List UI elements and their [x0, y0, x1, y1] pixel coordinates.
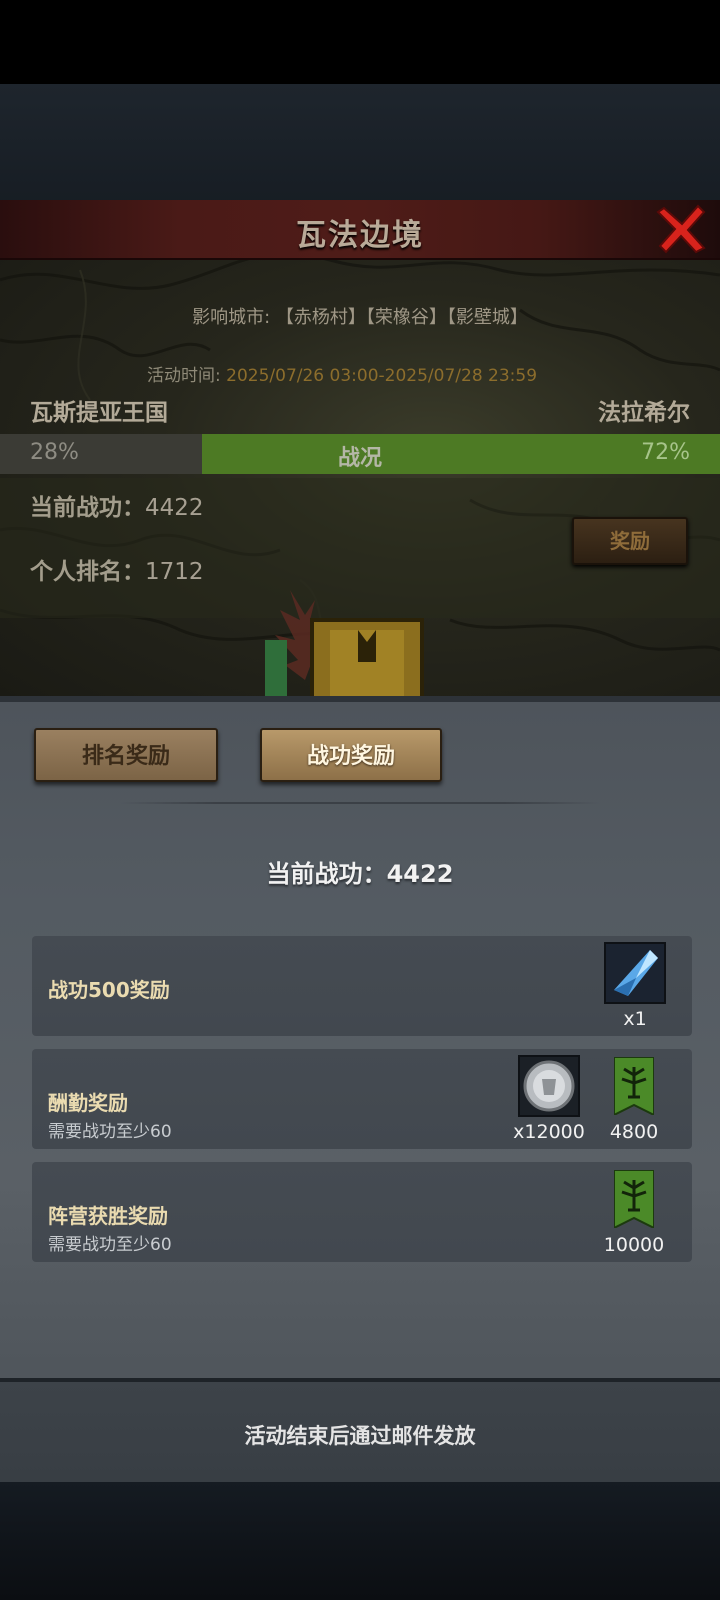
cities-value: 【赤杨村】【荣橡谷】【影壁城】 [275, 307, 528, 328]
reward-row-merit-500: 战功500奖励 x1 [32, 936, 692, 1036]
reward-row-requirement: 需要战功至少60 [48, 1235, 172, 1255]
item-count: x1 [623, 1008, 647, 1030]
tab-rank-rewards[interactable]: 排名奖励 [34, 728, 218, 782]
war-status-label: 战况 [337, 446, 382, 471]
item-count: 4800 [609, 1121, 659, 1143]
item-count: 10000 [603, 1234, 665, 1256]
event-time: 活动时间: 2025/07/26 03:00-2025/07/28 23:59 [147, 361, 537, 386]
close-icon[interactable] [654, 200, 710, 256]
cities-label: 影响城市: [192, 307, 271, 328]
event-panel: 瓦法边境 影响城市: 【赤杨村】【荣橡谷】【影壁城】 活动时间: 2025/07… [0, 200, 720, 700]
blue-crystal-icon[interactable] [604, 942, 666, 1004]
time-label: 活动时间: [147, 366, 221, 386]
silver-coin-icon[interactable] [518, 1055, 580, 1117]
mail-delivery-note: 活动结束后通过邮件发放 [244, 1424, 476, 1448]
war-pct-right: 72% [641, 440, 690, 465]
title-band: 瓦法边境 [0, 200, 720, 260]
navigation-bar [0, 1482, 720, 1600]
reward-row-title: 酬勤奖励 [48, 1091, 128, 1115]
tab-merit-rewards[interactable]: 战功奖励 [260, 728, 442, 782]
current-merit-heading: 当前战功：4422 [266, 860, 454, 888]
green-tree-banner-icon[interactable] [614, 1170, 654, 1228]
rank-label: 个人排名： [30, 559, 145, 585]
war-status-bar: 28% 战况 72% [0, 434, 720, 474]
merit-value: 4422 [145, 495, 204, 521]
reward-row-title: 阵营获胜奖励 [48, 1204, 168, 1228]
time-value: 2025/07/26 03:00-2025/07/28 23:59 [226, 366, 538, 386]
divider [120, 802, 600, 804]
personal-rank-stat: 个人排名：1712 [30, 552, 204, 586]
green-tree-banner-icon[interactable] [614, 1057, 654, 1115]
faction-left-name: 瓦斯提亚王国 [30, 400, 168, 426]
status-bar [0, 0, 720, 84]
merit-label: 当前战功： [30, 495, 145, 521]
reward-button[interactable]: 奖励 [572, 517, 688, 565]
reward-row-diligence: 酬勤奖励 需要战功至少60 x12000 4800 [32, 1049, 692, 1149]
reward-row-faction-victory: 阵营获胜奖励 需要战功至少60 10000 [32, 1162, 692, 1262]
faction-right-name: 法拉希尔 [598, 400, 690, 426]
rewards-footer: 活动结束后通过邮件发放 [0, 1378, 720, 1482]
rank-value: 1712 [145, 559, 204, 585]
faction-emblem-icon [265, 590, 424, 700]
reward-row-title: 战功500奖励 [48, 978, 170, 1002]
reward-row-requirement: 需要战功至少60 [48, 1122, 172, 1142]
affected-cities: 影响城市: 【赤杨村】【荣橡谷】【影壁城】 [0, 303, 720, 329]
page-title: 瓦法边境 [296, 218, 424, 253]
rewards-panel: 排名奖励 战功奖励 当前战功：4422 战功500奖励 x1 酬勤奖励 需要战功… [0, 696, 720, 1386]
current-merit-stat: 当前战功：4422 [30, 488, 204, 522]
